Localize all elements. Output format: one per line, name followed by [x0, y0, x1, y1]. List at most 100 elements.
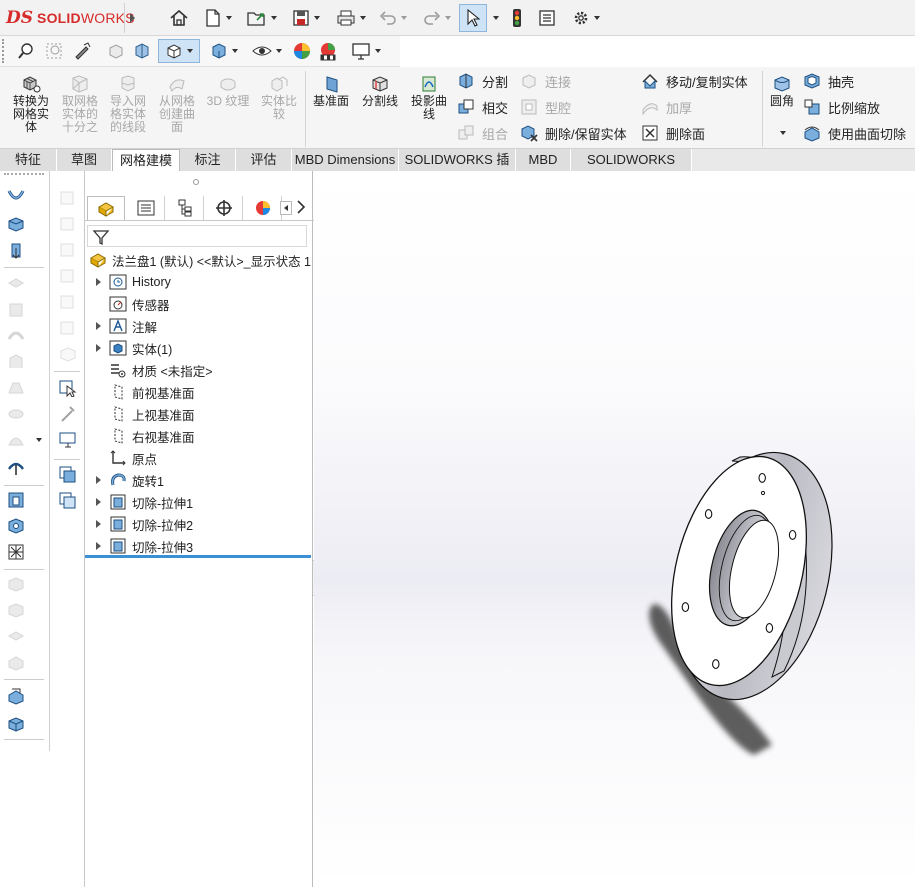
expand-arrow-icon[interactable] [93, 342, 105, 354]
tree-root-part[interactable]: 法兰盘1 (默认) <<默认>_显示状态 1 [85, 249, 311, 271]
hole-wizard-icon[interactable] [6, 517, 26, 535]
tools-icon[interactable] [58, 405, 78, 423]
import-mesh-segments-button[interactable]: 导入网 格实体 的线段 [105, 75, 151, 134]
sweep-icon[interactable] [6, 327, 26, 345]
boundary-icon[interactable] [6, 301, 26, 319]
intersect-button[interactable]: 相交 [457, 96, 508, 118]
tree-item[interactable]: 原点 [85, 447, 157, 469]
pattern-icon[interactable] [6, 543, 26, 561]
view-orientation-icon[interactable] [158, 39, 200, 63]
previous-view-icon[interactable] [70, 39, 94, 63]
rollback-bar[interactable] [85, 555, 311, 558]
edit-appearance-icon[interactable] [290, 39, 314, 63]
tab-markup[interactable]: 标注 [180, 149, 236, 171]
3d-texture-button[interactable]: 3D 纹理 [205, 75, 251, 108]
tab-evaluate[interactable]: 评估 [236, 149, 292, 171]
tab-sketch[interactable]: 草图 [57, 149, 112, 171]
paste-body-icon[interactable] [58, 491, 78, 509]
view-right-icon[interactable] [58, 267, 78, 285]
tree-filter[interactable] [87, 225, 307, 247]
view-front-icon[interactable] [58, 189, 78, 207]
graphics-area[interactable] [314, 171, 915, 887]
split-line-button[interactable]: 分割线 [357, 75, 403, 108]
menu-expand-arrow[interactable] [124, 3, 138, 33]
extrude-boss-icon[interactable] [6, 215, 26, 233]
tab-mbd-dimensions[interactable]: MBD Dimensions [292, 149, 399, 171]
split-button[interactable]: 分割 [457, 70, 508, 92]
move-face-icon[interactable] [6, 575, 26, 593]
thicken-button[interactable]: 加厚 [641, 96, 692, 118]
save-icon[interactable] [286, 6, 326, 30]
move-copy-body-button[interactable]: 移动/复制实体 [641, 70, 748, 92]
view-monitor-icon[interactable] [58, 431, 78, 449]
view-iso-icon[interactable] [58, 345, 78, 363]
tree-item[interactable]: 材质 <未指定> [85, 359, 213, 381]
delete-face-button[interactable]: 删除面 [641, 122, 705, 144]
surface-cut-button[interactable]: 使用曲面切除 [803, 122, 906, 144]
zoom-to-fit-icon[interactable] [14, 39, 38, 63]
tab-mbd[interactable]: MBD [516, 149, 571, 171]
cavity-button[interactable]: 型腔 [520, 96, 571, 118]
options-gear-icon[interactable] [566, 6, 606, 30]
solidworks-logo[interactable]: DS SOLIDWORKS [6, 7, 135, 29]
tab-configuration-manager[interactable] [166, 196, 204, 220]
view-settings-icon[interactable] [344, 39, 388, 63]
print-icon[interactable] [330, 6, 372, 30]
tree-item[interactable]: 切除-拉伸1 [85, 491, 193, 513]
dome-icon[interactable] [6, 431, 26, 449]
section-view-icon[interactable] [104, 39, 128, 63]
fillet-dropdown[interactable] [776, 121, 786, 145]
expand-arrow-icon[interactable] [93, 474, 105, 486]
tab-mesh-modeling[interactable]: 网格建模 [112, 149, 180, 171]
view-top-icon[interactable] [58, 293, 78, 311]
expand-arrow-icon[interactable] [93, 276, 105, 288]
expand-arrow-icon[interactable] [93, 496, 105, 508]
shell-button[interactable]: 抽壳 [803, 70, 854, 92]
copy-body-icon[interactable] [58, 465, 78, 483]
join-button[interactable]: 连接 [520, 70, 571, 92]
rib-icon[interactable] [6, 353, 26, 371]
panel-collapse-handle[interactable] [193, 179, 199, 185]
toolbar-grip[interactable] [4, 173, 44, 175]
expand-arrow-icon[interactable] [93, 540, 105, 552]
extrude-cut-icon[interactable] [6, 242, 26, 260]
fillet-button[interactable]: 圆角 [764, 75, 800, 108]
select-other-icon[interactable] [58, 379, 78, 397]
mesh-sheet-icon[interactable] [6, 187, 26, 205]
delete-face-tool-icon[interactable] [6, 601, 26, 619]
tab-display-manager[interactable] [244, 196, 282, 220]
shell-tool-icon[interactable] [6, 491, 26, 509]
tree-item[interactable]: 上视基准面 [85, 403, 195, 425]
loft-icon[interactable] [6, 275, 26, 293]
combine-button[interactable]: 组合 [457, 122, 508, 144]
select-dropdown[interactable] [487, 6, 501, 30]
traffic-light-icon[interactable] [506, 6, 528, 30]
toolbar-grip[interactable] [2, 39, 4, 63]
tabs-scroll-left[interactable] [280, 201, 292, 215]
tree-item[interactable]: 注解 [85, 315, 157, 337]
tree-item[interactable]: 传感器 [85, 293, 170, 315]
tab-features[interactable]: 特征 [0, 149, 57, 171]
view-bottom-icon[interactable] [58, 319, 78, 337]
view-back-icon[interactable] [58, 215, 78, 233]
reference-plane-button[interactable]: 基准面 [308, 75, 354, 108]
replace-face-icon[interactable] [6, 627, 26, 645]
tree-item[interactable]: 旋转1 [85, 469, 164, 491]
file-properties-icon[interactable] [535, 6, 559, 30]
tab-dimxpert-manager[interactable] [205, 196, 243, 220]
view-left-icon[interactable] [58, 241, 78, 259]
open-folder-icon[interactable] [242, 6, 282, 30]
dynamic-annotation-icon[interactable] [130, 39, 154, 63]
more-dropdown[interactable] [32, 433, 42, 447]
tab-solidworks-addins[interactable]: SOLIDWORKS 插件 [399, 149, 516, 188]
convert-to-mesh-body-button[interactable]: 转换为 网格实 体 [8, 75, 54, 134]
undo-icon[interactable] [374, 6, 412, 30]
select-cursor-icon[interactable] [459, 4, 487, 32]
tree-item[interactable]: 切除-拉伸2 [85, 513, 193, 535]
tab-solidworks-cam[interactable]: SOLIDWORKS CAM [571, 149, 692, 188]
hide-show-icon[interactable] [246, 39, 288, 63]
expand-arrow-icon[interactable] [93, 320, 105, 332]
zoom-area-icon[interactable] [42, 39, 66, 63]
tree-item[interactable]: 前视基准面 [85, 381, 195, 403]
redo-icon[interactable] [418, 6, 456, 30]
